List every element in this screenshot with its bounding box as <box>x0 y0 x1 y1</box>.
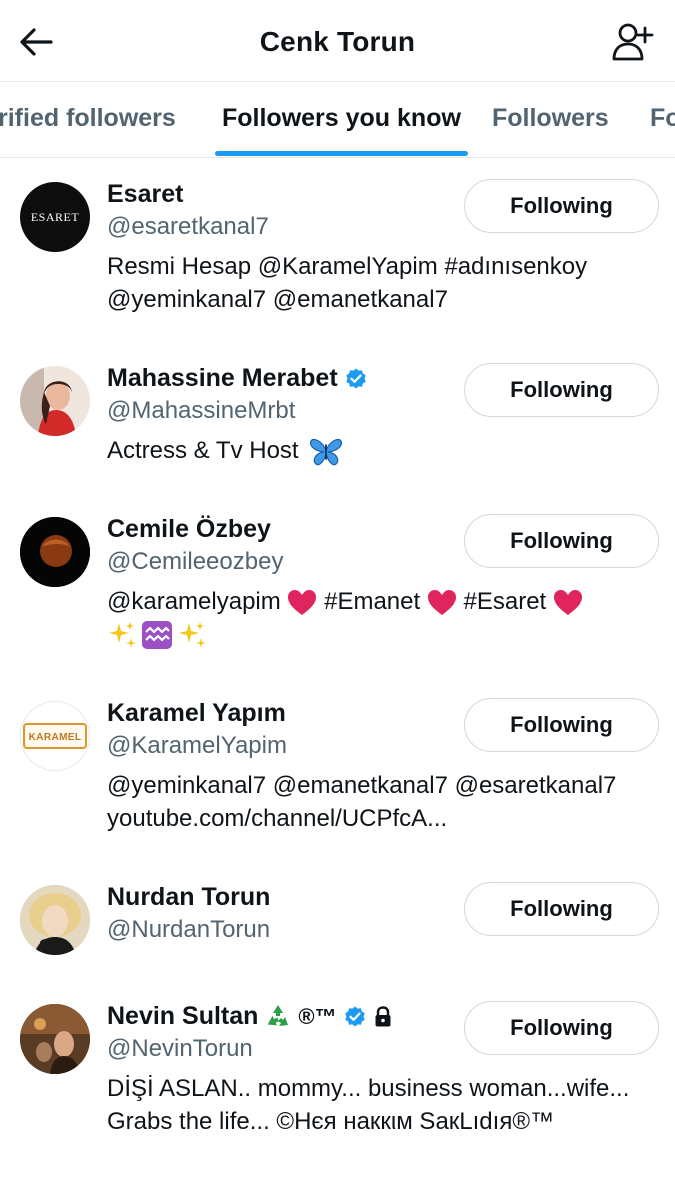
tab-bar: rified followers Followers you know Foll… <box>0 82 675 158</box>
butterfly-icon <box>310 438 343 465</box>
red-heart-icon <box>288 589 317 615</box>
bio-line: Grabs the life... ©Нєя нaккιм SaкLıdıя®™ <box>107 1108 554 1135</box>
bio-text: @karamelyapim <box>107 588 281 615</box>
avatar[interactable] <box>20 1004 90 1074</box>
user-name[interactable]: Nurdan Torun <box>107 883 270 912</box>
user-bio: Resmi Hesap @KaramelYapim #adınısenkoy @… <box>107 250 657 316</box>
following-button[interactable]: Following <box>464 698 659 752</box>
avatar[interactable] <box>20 885 90 955</box>
bio-link[interactable]: youtube.com/channel/UCPfcA... <box>107 802 657 835</box>
bio-line: Actress & Tv Host <box>107 434 657 467</box>
avatar[interactable]: ESARET <box>20 182 90 252</box>
bio-line <box>107 618 657 651</box>
following-button[interactable]: Following <box>464 1001 659 1055</box>
tab-followers[interactable]: Followers <box>492 104 609 133</box>
user-bio: @yeminkanal7 @emanetkanal7 @esaretkanal7… <box>107 769 657 835</box>
bio-text: #Emanet <box>324 588 421 615</box>
user-bio: @karamelyapim #Emanet #Esaret <box>107 585 657 651</box>
bio-text: Actress & Tv Host <box>107 437 299 464</box>
following-button[interactable]: Following <box>464 179 659 233</box>
add-user-icon <box>612 23 654 61</box>
bio-line: @yeminkanal7 @emanetkanal7 <box>107 286 448 313</box>
avatar-photo <box>20 1004 90 1074</box>
avatar-photo <box>20 885 90 955</box>
name-line: Mahassine Merabet <box>107 364 368 393</box>
user-name[interactable]: Cemile Özbey <box>107 515 271 544</box>
avatar-logo-text: KARAMEL <box>28 732 82 743</box>
name-line: Esaret <box>107 180 183 209</box>
red-heart-icon <box>553 589 582 615</box>
user-handle[interactable]: @Cemileeozbey <box>107 548 283 576</box>
following-button[interactable]: Following <box>464 514 659 568</box>
sparkles-icon <box>179 621 206 648</box>
name-line: Karamel Yapım <box>107 699 286 728</box>
aquarius-icon <box>142 620 172 649</box>
recycle-icon <box>268 1004 289 1026</box>
verified-badge-icon <box>345 368 366 388</box>
bio-line: DİŞİ ASLAN.. mommy... business woman...w… <box>107 1075 630 1102</box>
tab-followers-you-know[interactable]: Followers you know <box>222 104 461 133</box>
page-title: Cenk Torun <box>259 26 416 57</box>
user-handle[interactable]: @MahassineMrbt <box>107 397 295 425</box>
avatar-logo-text: ESARET <box>30 209 80 224</box>
name-suffix: ®™ <box>298 1003 337 1029</box>
avatar[interactable] <box>20 366 90 436</box>
user-handle[interactable]: @KaramelYapim <box>107 732 287 760</box>
bio-line: @karamelyapim #Emanet #Esaret <box>107 585 657 618</box>
active-tab-indicator <box>215 151 468 156</box>
red-heart-icon <box>427 589 456 615</box>
sparkles-icon <box>109 621 136 648</box>
user-name[interactable]: Nevin Sultan <box>107 1002 258 1031</box>
user-name[interactable]: Esaret <box>107 180 183 209</box>
lock-icon <box>375 1005 391 1026</box>
avatar[interactable] <box>20 517 90 587</box>
verified-badge-icon <box>344 1006 365 1026</box>
following-button[interactable]: Following <box>464 882 659 936</box>
user-bio: Actress & Tv Host <box>107 434 657 467</box>
bio-text: #Esaret <box>463 588 547 615</box>
user-handle[interactable]: @NurdanTorun <box>107 916 270 944</box>
tab-verified-followers[interactable]: rified followers <box>0 104 176 133</box>
name-line: Cemile Özbey <box>107 515 271 544</box>
following-button[interactable]: Following <box>464 363 659 417</box>
add-user-button[interactable] <box>611 20 655 64</box>
name-line: Nurdan Torun <box>107 883 270 912</box>
bio-line: @yeminkanal7 @emanetkanal7 @esaretkanal7 <box>107 772 617 799</box>
user-handle[interactable]: @esaretkanal7 <box>107 213 269 241</box>
user-bio: DİŞİ ASLAN.. mommy... business woman...w… <box>107 1072 657 1138</box>
user-handle[interactable]: @NevinTorun <box>107 1035 253 1063</box>
user-name[interactable]: Karamel Yapım <box>107 699 286 728</box>
avatar[interactable]: KARAMEL <box>20 701 90 771</box>
karamel-logo: KARAMEL <box>22 723 88 749</box>
tab-following[interactable]: Fo <box>650 104 675 133</box>
bio-line: Resmi Hesap @KaramelYapim #adınısenkoy <box>107 253 588 280</box>
name-line: Nevin Sultan ®™ <box>107 1002 393 1031</box>
user-name[interactable]: Mahassine Merabet <box>107 364 338 393</box>
top-bar: Cenk Torun <box>0 0 675 82</box>
avatar-photo <box>20 366 90 436</box>
avatar-photo <box>20 517 90 587</box>
